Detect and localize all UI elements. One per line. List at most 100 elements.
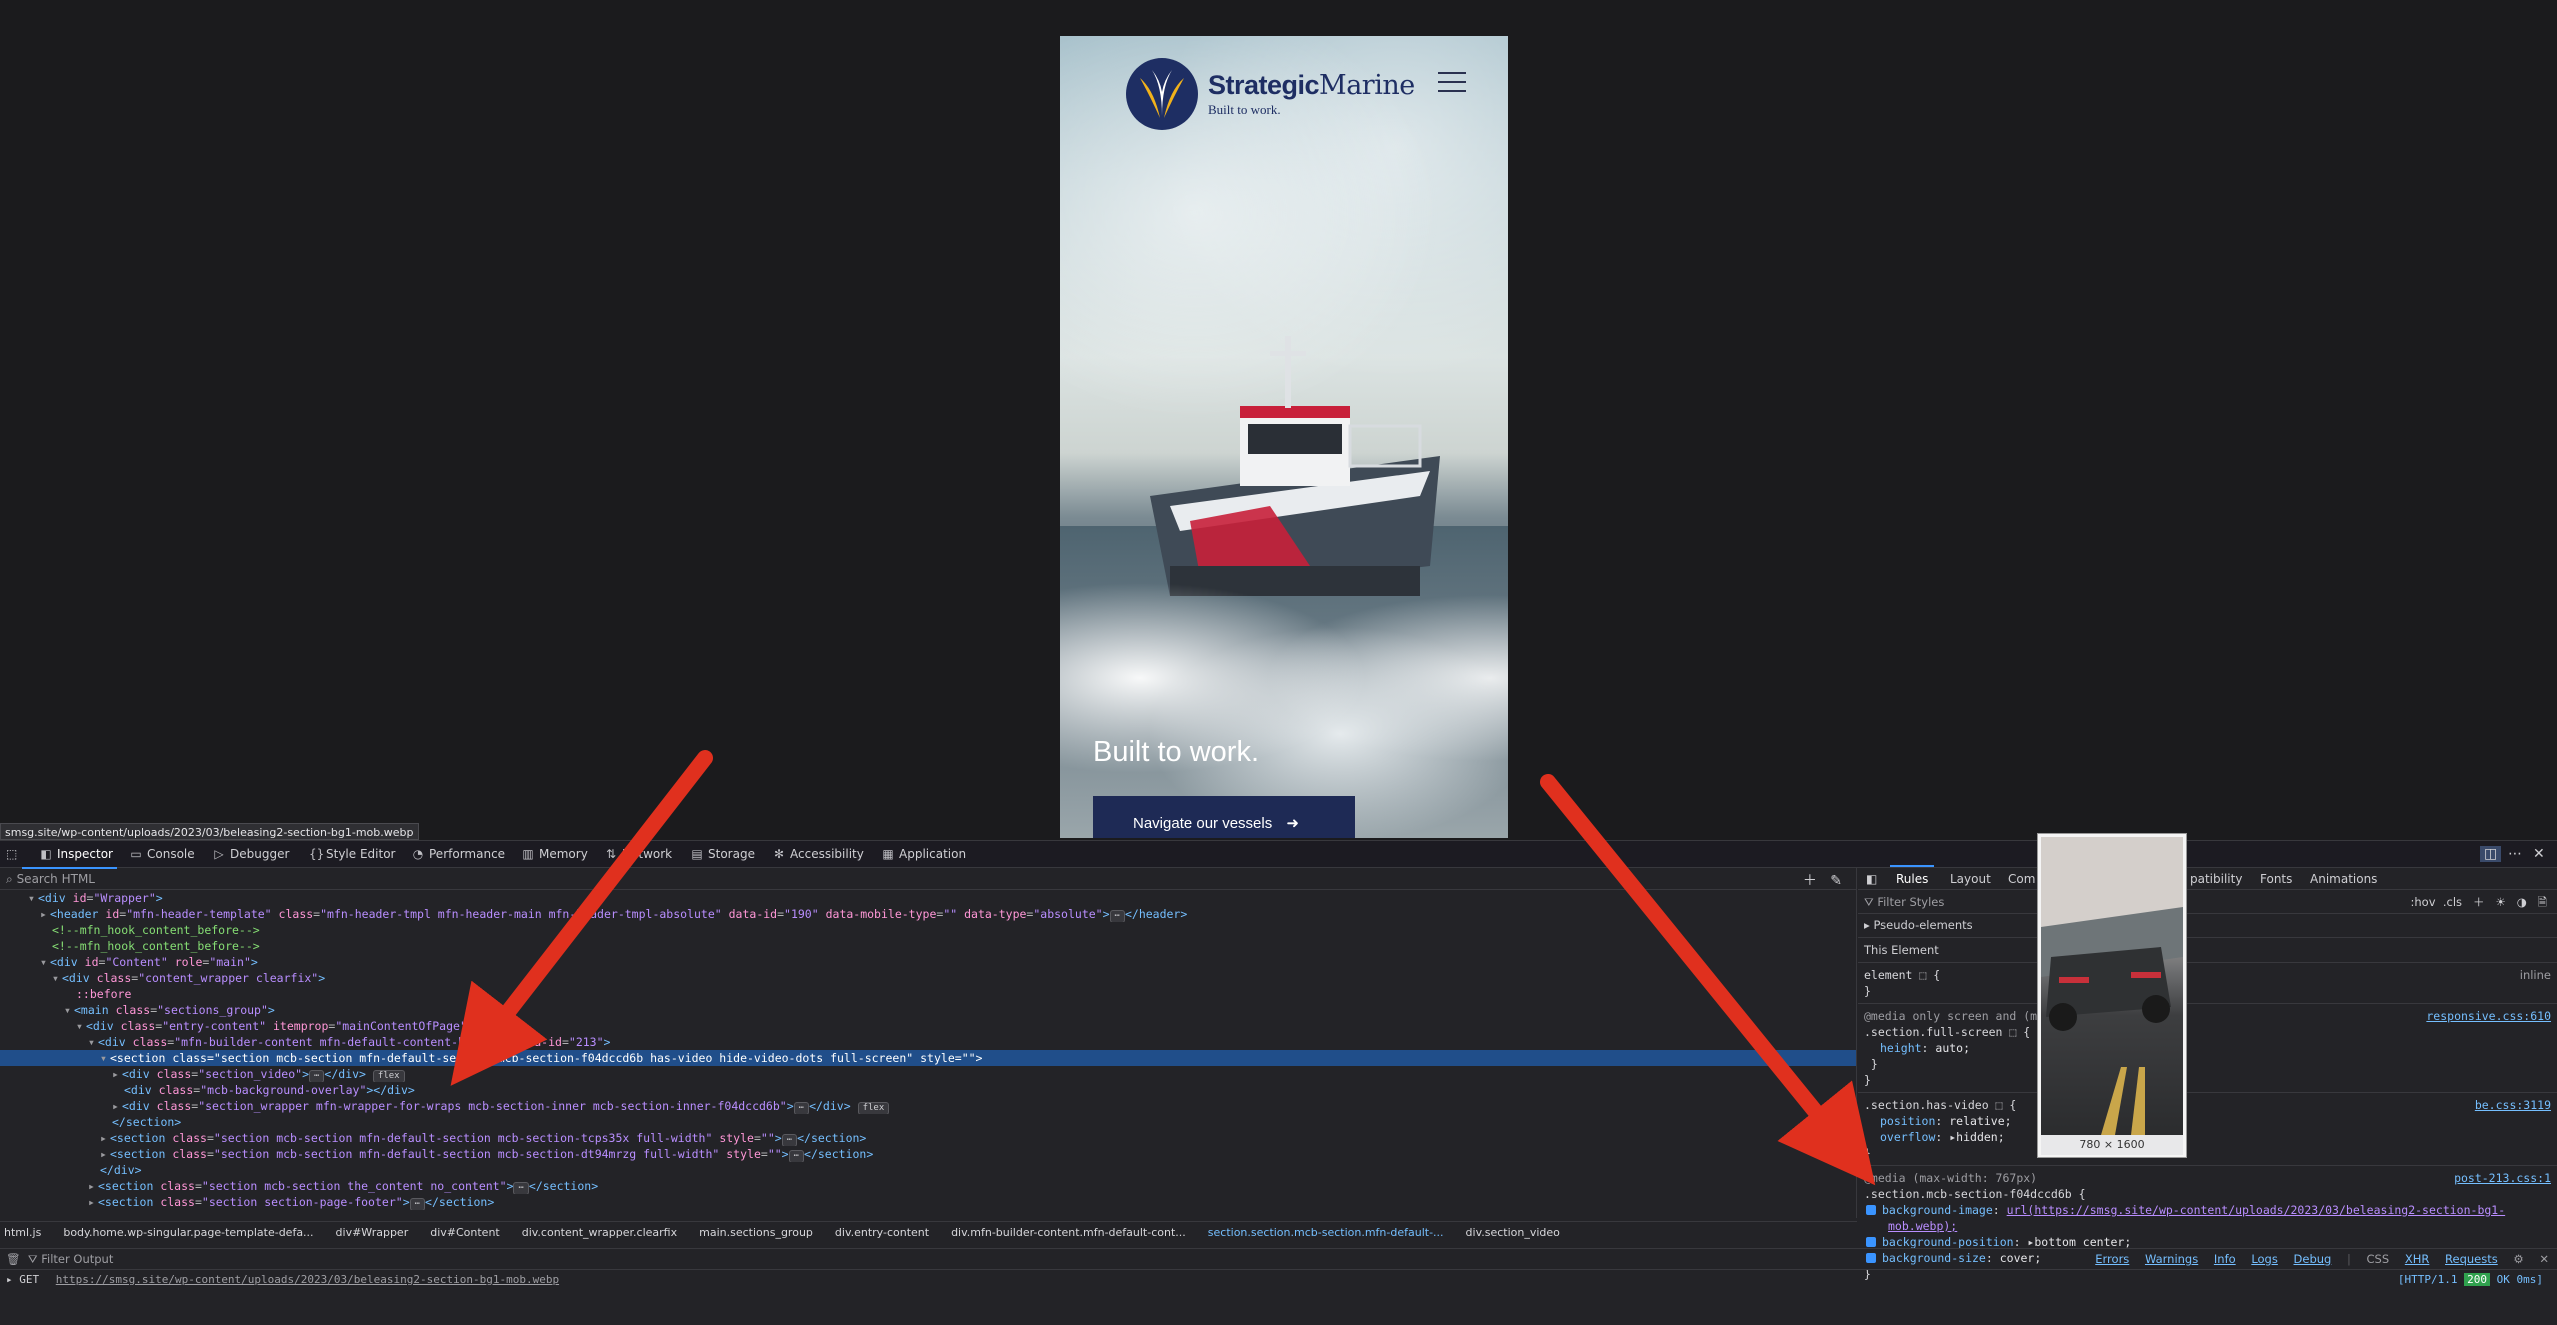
tab-application[interactable]: ▦ Application [882, 847, 966, 861]
performance-icon: ◔ [412, 847, 424, 861]
enable-background-image-checkbox[interactable] [1866, 1205, 1876, 1215]
filter-debug[interactable]: Debug [2294, 1252, 2332, 1266]
console-toolbar: 🗑 ⛛ Filter Output Errors Warnings Info L… [0, 1249, 2557, 1270]
filter-warnings[interactable]: Warnings [2145, 1252, 2198, 1266]
markup-node[interactable]: ▸ <section class="section mcb-section the… [0, 1178, 1856, 1194]
tab-rules[interactable]: Rules [1889, 865, 1935, 886]
tab-debugger[interactable]: ▷ Debugger [213, 847, 289, 861]
light-scheme-icon[interactable]: ☀ [2495, 895, 2505, 909]
tab-storage[interactable]: ▤ Storage [691, 847, 755, 861]
breadcrumb-item[interactable]: div#Wrapper [336, 1226, 409, 1239]
markup-node[interactable]: </section> [0, 1114, 1856, 1130]
breadcrumb-item[interactable]: div#Content [430, 1226, 500, 1239]
tab-memory[interactable]: ▥ Memory [522, 847, 587, 861]
tab-console[interactable]: ▭ Console [130, 847, 194, 861]
markup-node[interactable]: ▾ <div class="content_wrapper clearfix"> [0, 970, 1856, 986]
filter-errors[interactable]: Errors [2095, 1252, 2129, 1266]
inspector-icon: ◧ [40, 847, 52, 861]
tab-layout[interactable]: Layout [1950, 872, 1991, 886]
markup-node[interactable]: ▾ <div class="mfn-builder-content mfn-def… [0, 1034, 1856, 1050]
markup-node[interactable]: ▾ <div class="entry-content" itemprop="ma… [0, 1018, 1856, 1034]
tab-accessibility[interactable]: ✻ Accessibility [773, 847, 864, 861]
close-devtools-icon[interactable]: ✕ [2533, 846, 2545, 862]
page-viewport: StrategicMarine Built to work. Built to … [0, 0, 2557, 838]
tab-animations[interactable]: Animations [2310, 872, 2377, 886]
breadcrumb-item[interactable]: section.section.mcb-section.mfn-default-… [1208, 1226, 1444, 1239]
navigate-vessels-button[interactable]: Navigate our vessels ➜ [1093, 796, 1355, 838]
add-node-icon[interactable]: ＋ [1803, 873, 1817, 889]
dark-scheme-icon[interactable]: ◑ [2517, 895, 2527, 909]
filter-css[interactable]: CSS [2367, 1252, 2390, 1266]
tab-computed[interactable]: Com [2008, 872, 2035, 886]
search-html-bar[interactable]: ⌕ Search HTML ＋ ✎ [0, 868, 1856, 890]
rule-full-screen[interactable]: .section.full-screen ⬚ {responsive.css:6… [1858, 1009, 2557, 1040]
request-url[interactable]: https://smsg.site/wp-content/uploads/202… [56, 1273, 559, 1286]
tab-network[interactable]: ⇅ Network [605, 847, 672, 861]
print-media-icon[interactable]: 🗎 [2538, 895, 2547, 909]
filter-styles-input[interactable]: Filter Styles [1877, 895, 1944, 909]
markup-node[interactable]: ▸ <div class="section_video"> ⋯ </div> flex [0, 1066, 1856, 1082]
filter-logs[interactable]: Logs [2251, 1252, 2278, 1266]
breadcrumb-item[interactable]: div.entry-content [835, 1226, 929, 1239]
expand-arrow-icon[interactable]: ▸ [6, 1273, 13, 1286]
breadcrumb-item[interactable]: div.mfn-builder-content.mfn-default-cont… [951, 1226, 1186, 1239]
filter-xhr[interactable]: XHR [2405, 1252, 2430, 1266]
breadcrumb-item[interactable]: main.sections_group [699, 1226, 813, 1239]
markup-node[interactable]: ▸ <section class="section section-page-fo… [0, 1194, 1856, 1210]
markup-node[interactable]: ▸ <div class="section_wrapper mfn-wrapper… [0, 1098, 1856, 1114]
site-logo[interactable]: StrategicMarine Built to work. [1124, 56, 1415, 132]
filter-requests[interactable]: Requests [2445, 1252, 2498, 1266]
tab-compatibility[interactable]: patibility [2190, 872, 2242, 886]
car-image [2041, 837, 2183, 1135]
source-link-responsive[interactable]: responsive.css:610 [2426, 1008, 2551, 1024]
markup-node[interactable]: </div> [0, 1162, 1856, 1178]
application-icon: ▦ [882, 847, 894, 861]
markup-node[interactable]: <div class="mcb-background-overlay"></di… [0, 1082, 1856, 1098]
markup-node[interactable]: ▾ <div id="Wrapper"> [0, 890, 1856, 906]
background-image-url[interactable]: url(https://smsg.site/wp-content/uploads… [2007, 1203, 2506, 1217]
tab-inspector[interactable]: ◧ Inspector [22, 847, 117, 869]
element-rule[interactable]: element ⬚ {inline [1858, 967, 2557, 983]
markup-node[interactable]: ▸ <section class="section mcb-section mfn… [0, 1146, 1856, 1162]
markup-node[interactable]: ▾ <main class="sections_group"> [0, 1002, 1856, 1018]
filter-styles-bar[interactable]: ⛛ Filter Styles :hov .cls ＋ ☀ ◑ 🗎 [1858, 890, 2557, 914]
markup-node[interactable]: ::before [0, 986, 1856, 1002]
element-picker-icon[interactable]: ⬚ [6, 847, 17, 861]
tab-fonts[interactable]: Fonts [2260, 872, 2292, 886]
menu-hamburger-icon[interactable] [1438, 72, 1466, 94]
markup-node[interactable]: ▸ <section class="section mcb-section mfn… [0, 1130, 1856, 1146]
add-rule-icon[interactable]: ＋ [2473, 895, 2485, 909]
close-split-console-icon[interactable]: ✕ [2539, 1252, 2549, 1266]
breadcrumb-item[interactable]: html.js [4, 1226, 41, 1239]
filter-output-input[interactable]: Filter Output [41, 1252, 113, 1266]
pseudo-elements-toggle[interactable]: ▸ Pseudo-elements [1858, 917, 2557, 933]
search-html-input[interactable]: Search HTML [17, 872, 95, 886]
markup-node[interactable]: ▸ <header id="mfn-header-template" class=… [0, 906, 1856, 922]
markup-node[interactable]: <!--mfn_hook_content_before--> [0, 922, 1856, 938]
selected-markup-node[interactable]: ▾ <section class="section mcb-section mfn… [0, 1050, 1856, 1066]
tab-style-editor[interactable]: {} Style Editor [309, 847, 395, 861]
eyedropper-icon[interactable]: ✎ [1830, 873, 1842, 889]
enable-background-position-checkbox[interactable] [1866, 1237, 1876, 1247]
cls-toggle[interactable]: .cls [2443, 895, 2462, 909]
breadcrumb-item[interactable]: body.home.wp-singular.page-template-defa… [63, 1226, 313, 1239]
tab-performance[interactable]: ◔ Performance [412, 847, 505, 861]
more-options-icon[interactable]: ⋯ [2508, 846, 2522, 862]
markup-node[interactable]: <!--mfn_hook_content_before--> [0, 938, 1856, 954]
dock-side-icon[interactable]: ◫ [2480, 846, 2502, 862]
rule-has-video[interactable]: .section.has-video ⬚ {be.css:3119 [1858, 1097, 2557, 1113]
request-status: [HTTP/1.1 200 OK 0ms] [2397, 1273, 2543, 1286]
hero-title: Built to work. [1093, 736, 1259, 768]
source-link-be-css[interactable]: be.css:3119 [2475, 1097, 2551, 1113]
breadcrumb-item[interactable]: div.section_video [1466, 1226, 1560, 1239]
filter-info[interactable]: Info [2214, 1252, 2236, 1266]
breadcrumb-item[interactable]: div.content_wrapper.clearfix [522, 1226, 677, 1239]
settings-gear-icon[interactable]: ⚙ [2513, 1252, 2523, 1266]
network-log-entry[interactable]: ▸ GET https://smsg.site/wp-content/uploa… [0, 1270, 2557, 1290]
markup-node[interactable]: ▾ <div id="Content" role="main"> [0, 954, 1856, 970]
trash-icon[interactable]: 🗑 [6, 1252, 21, 1266]
hov-toggle[interactable]: :hov [2411, 895, 2436, 909]
sidebar-toggle-icon[interactable]: ◧ [1866, 872, 1877, 886]
source-link-post-213[interactable]: post-213.css:1 [2454, 1170, 2551, 1186]
rule-mcb-section[interactable]: .section.mcb-section-f04dccd6b { [1858, 1186, 2557, 1202]
